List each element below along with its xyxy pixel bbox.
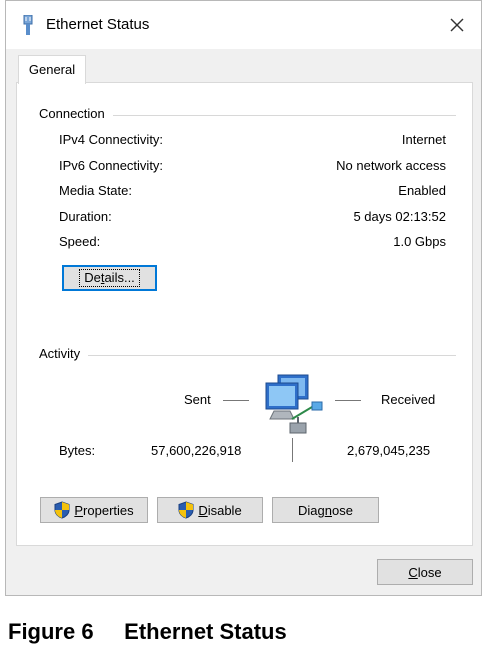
shield-icon: [54, 501, 70, 519]
figure-caption: Figure 6 Ethernet Status: [8, 619, 287, 645]
ipv6-label: IPv6 Connectivity:: [59, 158, 164, 173]
diagnose-button[interactable]: Diagnose: [272, 497, 379, 523]
bytes-received-value: 2,679,045,235: [347, 443, 431, 458]
general-panel: Connection IPv4 Connectivity: Internet I…: [16, 82, 473, 546]
speed-value: 1.0 Gbps: [393, 234, 446, 249]
window-title: Ethernet Status: [46, 16, 150, 33]
details-button[interactable]: Details...: [62, 265, 157, 291]
ethernet-cable-icon: [23, 15, 33, 35]
disable-button-label: Disable: [198, 502, 242, 518]
shield-icon: [178, 501, 194, 519]
close-window-button[interactable]: [441, 9, 473, 41]
activity-group-label: Activity: [39, 346, 89, 361]
bytes-sent-value: 57,600,226,918: [151, 443, 242, 458]
ipv6-value: No network access: [336, 158, 446, 173]
close-button[interactable]: Close: [377, 559, 473, 585]
duration-label: Duration:: [59, 209, 112, 224]
tab-general[interactable]: General: [18, 55, 86, 84]
close-icon: [450, 18, 464, 32]
figure-title: Ethernet Status: [124, 619, 287, 644]
ipv4-value: Internet: [401, 132, 446, 147]
duration-value: 5 days 02:13:52: [353, 209, 446, 224]
received-connector-line: [335, 400, 361, 401]
properties-button[interactable]: Properties: [40, 497, 148, 523]
bytes-label: Bytes:: [59, 443, 96, 458]
properties-button-label: Properties: [74, 502, 134, 518]
close-button-label: Close: [408, 564, 442, 580]
figure-number: Figure 6: [8, 619, 94, 644]
speed-label: Speed:: [59, 234, 101, 249]
media-state-value: Enabled: [398, 183, 446, 198]
connection-group-label: Connection: [39, 106, 113, 121]
activity-divider: [39, 355, 456, 356]
received-label: Received: [381, 392, 436, 407]
details-button-label: Details...: [79, 269, 140, 287]
diagnose-button-label: Diagnose: [298, 502, 353, 518]
ethernet-status-dialog: Ethernet Status General Connection IPv4 …: [5, 0, 482, 596]
disable-button[interactable]: Disable: [157, 497, 263, 523]
bytes-separator: [292, 438, 293, 462]
media-state-label: Media State:: [59, 183, 132, 198]
ipv4-label: IPv4 Connectivity:: [59, 132, 164, 147]
title-bar: Ethernet Status: [6, 1, 481, 49]
sent-label: Sent: [184, 392, 211, 407]
network-computers-icon: [265, 374, 323, 434]
tab-strip: General: [6, 49, 481, 84]
sent-connector-line: [223, 400, 249, 401]
